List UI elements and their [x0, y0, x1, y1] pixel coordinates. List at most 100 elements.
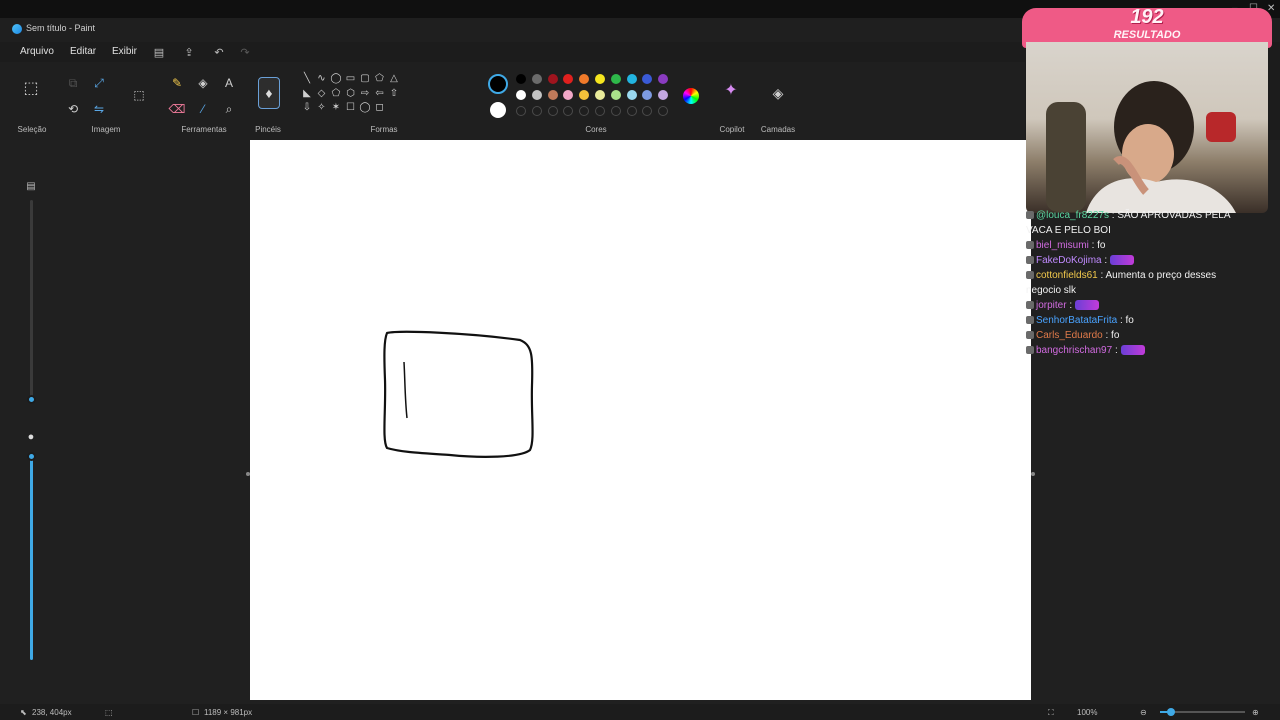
canvas-resize-handle-left[interactable] [246, 472, 250, 476]
selection-icon[interactable]: ⬚ [23, 81, 38, 97]
color-swatch[interactable] [626, 90, 637, 100]
shape-option[interactable]: ◯ [358, 101, 372, 115]
rotate-icon[interactable]: ⟲ [66, 102, 80, 116]
shape-option[interactable]: ⇧ [387, 87, 401, 101]
custom-color-slot[interactable] [516, 106, 526, 116]
custom-color-slot[interactable] [547, 106, 558, 116]
zoom-level[interactable]: 100% [1077, 708, 1097, 717]
color-swatch[interactable] [595, 90, 605, 100]
custom-color-slot[interactable] [642, 106, 653, 116]
shape-option[interactable]: ⬠ [373, 72, 387, 86]
shape-option[interactable]: ⬡ [344, 87, 358, 101]
menu-edit[interactable]: Editar [70, 46, 96, 57]
hand-drawn-line [403, 361, 408, 419]
color-swatch[interactable] [547, 90, 558, 100]
color-swatch[interactable] [547, 74, 558, 84]
chat-username[interactable]: FakeDoKojima [1036, 255, 1102, 266]
eraser-icon[interactable]: ⌫ [169, 102, 186, 116]
shape-option[interactable]: ⬠ [329, 87, 343, 101]
color-swatch[interactable] [658, 74, 669, 84]
color-picker-icon[interactable]: ⁄ [196, 102, 210, 116]
menu-file[interactable]: Arquivo [20, 46, 54, 57]
color-swatch[interactable] [610, 74, 621, 84]
custom-color-slot[interactable] [531, 106, 542, 116]
opacity-slider-knob[interactable] [27, 452, 36, 461]
pencil-icon[interactable]: ✎ [170, 76, 184, 90]
color-swatch[interactable] [516, 74, 526, 84]
chat-username[interactable]: bangchrischan97 [1036, 345, 1112, 356]
color-swatch[interactable] [658, 90, 669, 100]
color-swatch[interactable] [642, 90, 653, 100]
color-swatch[interactable] [579, 74, 590, 84]
color-swatch[interactable] [563, 74, 574, 84]
shape-option[interactable]: ◯ [329, 72, 343, 86]
color-swatch[interactable] [642, 74, 653, 84]
chat-message: jorpiter : [1026, 300, 1099, 311]
image-select-icon[interactable]: ⬚ [132, 88, 146, 102]
text-icon[interactable]: A [222, 76, 236, 90]
shape-option[interactable]: ⇦ [373, 87, 387, 101]
color-swatch[interactable] [595, 74, 605, 84]
brush-selector-button[interactable]: ♦ [258, 77, 280, 109]
chat-username[interactable]: SenhorBatataFrita [1036, 315, 1117, 326]
shape-option[interactable]: ▭ [344, 72, 358, 86]
zoom-tool-icon[interactable]: ⌕ [222, 102, 236, 116]
hand-drawn-rectangle [383, 330, 534, 458]
drawing-canvas[interactable] [250, 140, 1031, 700]
shape-option[interactable]: ☐ [344, 101, 358, 115]
color-swatch[interactable] [626, 74, 637, 84]
custom-color-slot[interactable] [658, 106, 669, 116]
fill-icon[interactable]: ◈ [196, 76, 210, 90]
shape-option[interactable]: ◻ [373, 101, 387, 115]
custom-color-slot[interactable] [595, 106, 605, 116]
color-swatch[interactable] [531, 74, 542, 84]
shape-option[interactable]: △ [387, 72, 401, 86]
save-icon[interactable]: ▤ [152, 45, 166, 59]
custom-color-slot[interactable] [626, 106, 637, 116]
chat-username[interactable]: Carls_Eduardo [1036, 330, 1103, 341]
menu-view[interactable]: Exibir [112, 46, 137, 57]
zoom-in-icon[interactable]: ⊕ [1252, 708, 1259, 717]
copilot-icon[interactable]: ✦ [724, 83, 738, 99]
custom-color-slot[interactable] [563, 106, 574, 116]
crop-icon[interactable]: ⧉ [66, 76, 80, 90]
shape-option[interactable]: ✧ [315, 101, 329, 115]
group-label-brushes: Pincéis [255, 125, 281, 134]
shape-option[interactable]: ⇨ [358, 87, 372, 101]
chat-message: @louca_fr8227s : SÃO APROVADAS PELA [1026, 210, 1231, 221]
custom-color-slot[interactable] [579, 106, 590, 116]
color-swatch[interactable] [563, 90, 574, 100]
share-icon[interactable]: ⇪ [182, 45, 196, 59]
shape-option[interactable]: ∿ [315, 72, 329, 86]
color-swatch[interactable] [579, 90, 590, 100]
canvas-resize-handle-right[interactable] [1031, 472, 1035, 476]
chat-username[interactable]: biel_misumi [1036, 240, 1089, 251]
layers-icon[interactable]: ◈ [771, 86, 785, 100]
zoom-out-icon[interactable]: ⊖ [1140, 708, 1147, 717]
brush-size-slider-track[interactable] [30, 200, 33, 400]
color-swatch[interactable] [531, 90, 542, 100]
edit-colors-icon[interactable] [683, 88, 699, 104]
redo-icon[interactable]: ↷ [238, 45, 252, 59]
secondary-color-swatch[interactable] [490, 102, 506, 118]
color-swatch[interactable] [610, 90, 621, 100]
chat-username[interactable]: cottonfields61 [1036, 270, 1098, 281]
brush-size-slider-knob[interactable] [27, 395, 36, 404]
undo-icon[interactable]: ↶ [212, 45, 226, 59]
shape-option[interactable]: ◇ [315, 87, 329, 101]
color-swatch[interactable] [516, 90, 526, 100]
zoom-slider-knob[interactable] [1167, 708, 1175, 716]
shape-option[interactable]: ⇩ [300, 101, 314, 115]
primary-color-swatch[interactable] [488, 74, 508, 94]
resize-icon[interactable]: ⤢ [92, 76, 106, 90]
shape-option[interactable]: ▢ [358, 72, 372, 86]
custom-color-slot[interactable] [610, 106, 621, 116]
chat-username[interactable]: @louca_fr8227s [1036, 210, 1109, 221]
flip-icon[interactable]: ⇋ [92, 102, 106, 116]
fit-window-icon[interactable]: ⛶ [1048, 708, 1054, 718]
shape-option[interactable]: ✶ [329, 101, 343, 115]
shape-option[interactable]: ╲ [300, 72, 314, 86]
shape-option[interactable]: ◣ [300, 87, 314, 101]
opacity-slider-fill[interactable] [30, 455, 33, 660]
chat-username[interactable]: jorpiter [1036, 300, 1067, 311]
